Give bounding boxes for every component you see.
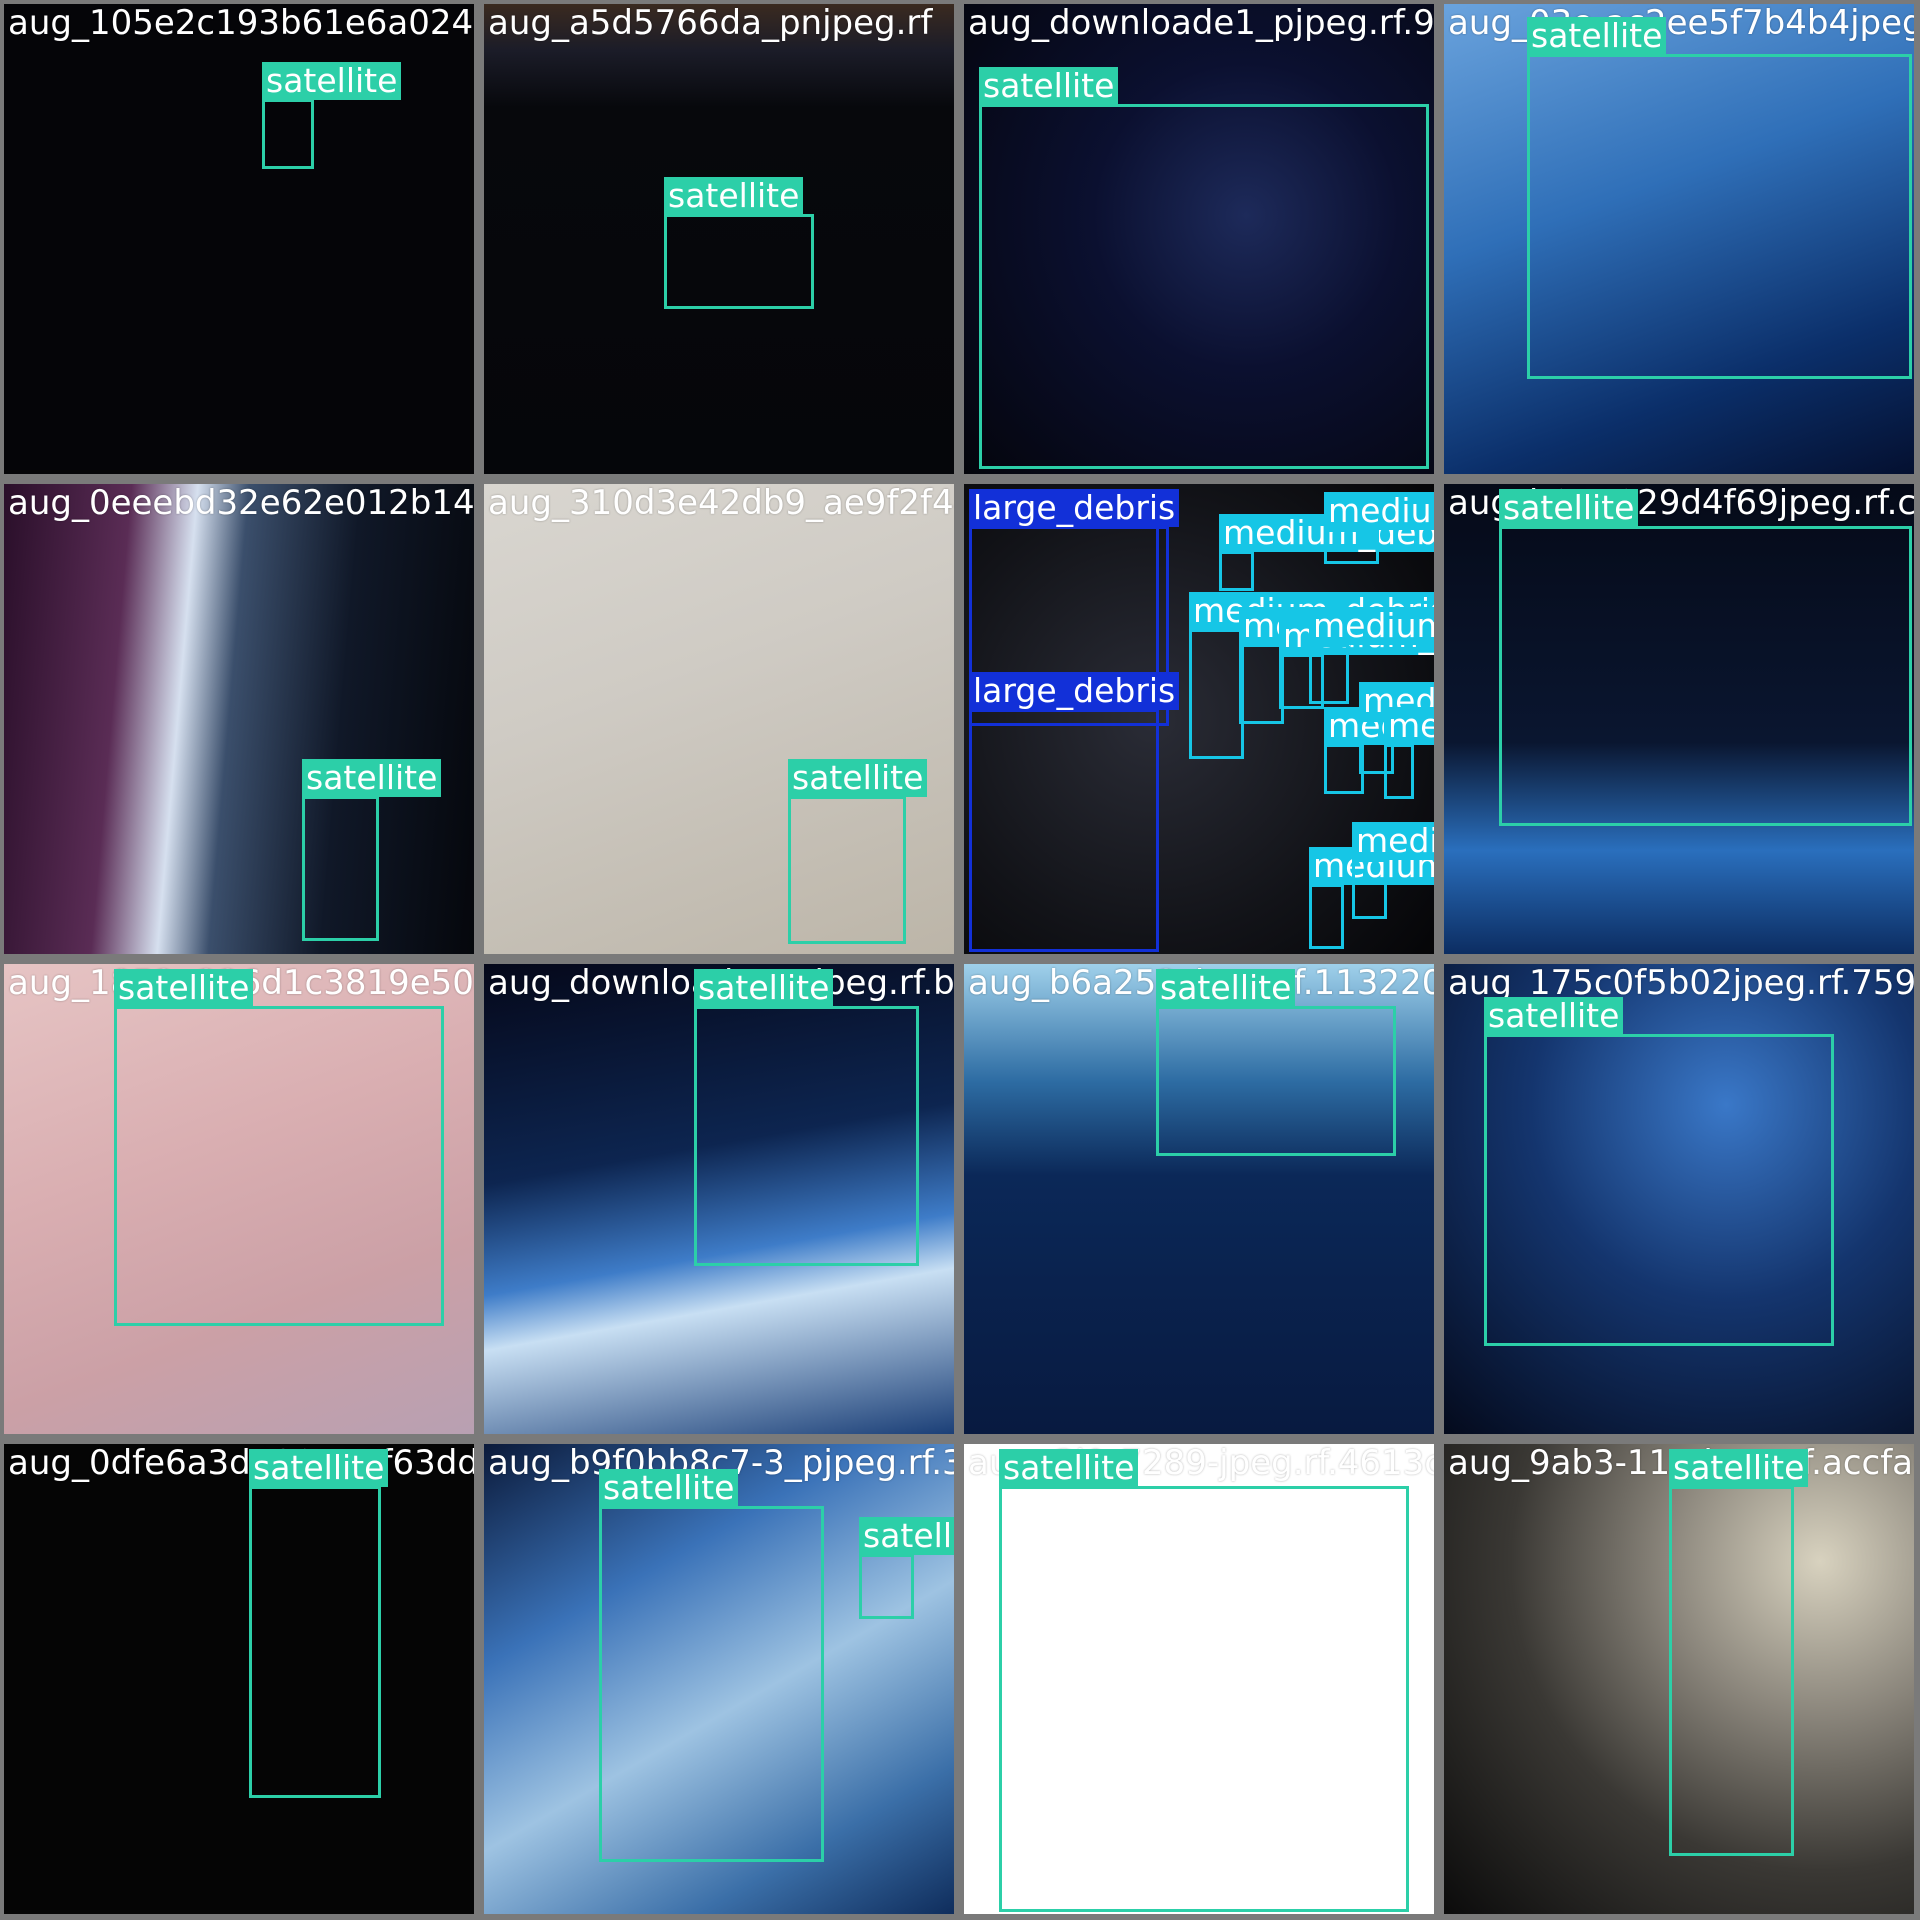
bbox-class-label: satellite bbox=[979, 67, 1119, 105]
bbox-class-label: satellite bbox=[114, 969, 254, 1007]
bbox-class-label: medium_debris bbox=[1324, 492, 1434, 530]
bbox-satellite: satellite bbox=[114, 969, 444, 1326]
bbox-class-label: satellite bbox=[694, 969, 834, 1007]
bbox-class-label: large_debris bbox=[969, 489, 1180, 527]
mosaic-tile: aug_downloade1_pjpeg.rf.9c1 satellite bbox=[964, 4, 1434, 474]
bbox-satellite: satellite bbox=[302, 759, 442, 941]
bbox-medium-debris: medium_debris bbox=[1352, 822, 1434, 919]
bbox-satellite: satellite bbox=[1484, 997, 1834, 1346]
mosaic-tile: aug_105e2c193b61e6a02475aba58587361a967d… bbox=[4, 4, 474, 474]
bbox-medium-debris: medium_debris bbox=[1324, 492, 1434, 564]
tile-filename: aug_downloade1_pjpeg.rf.9c1 bbox=[968, 4, 1434, 43]
bbox-satellite: satellite bbox=[694, 969, 919, 1266]
bbox-class-label: medium_debris bbox=[1352, 822, 1434, 860]
bbox-medium-debris: medium_debris bbox=[1324, 707, 1434, 794]
mosaic-tile: aug_downloade1_pjpeg.rf.bf0801b6satellit… bbox=[484, 964, 954, 1434]
bbox-class-label: satellite bbox=[859, 1517, 954, 1555]
bbox-class-label: satellite bbox=[1156, 969, 1296, 1007]
bbox-satellite: satellite bbox=[1156, 969, 1396, 1156]
bbox-satellite: satellite bbox=[599, 1469, 824, 1862]
bbox-satellite: satellite bbox=[788, 759, 928, 944]
bbox-medium-debris: medium_debris bbox=[1384, 707, 1434, 799]
tile-filename: aug_175c0f5b02jpeg.rf.7596b5 bbox=[1448, 964, 1914, 1003]
bbox-class-label: satellite bbox=[664, 177, 804, 215]
mosaic-tile: aug_1852e226d1c3819e501aae27069f1edsatel… bbox=[4, 964, 474, 1434]
tile-filename: aug_310d3e42db9_ae9f2f44eb9a579 bbox=[488, 484, 954, 523]
bbox-satellite: satellite bbox=[664, 177, 814, 309]
bbox-satellite: satellite bbox=[1527, 17, 1912, 379]
bbox-class-label: large_debris bbox=[969, 672, 1180, 710]
bbox-medium-debris: medium_debris bbox=[1309, 607, 1434, 704]
mosaic-tile: aug_0eeebd32e62e012b143ad931b3e42cdbae9f… bbox=[4, 484, 474, 954]
mosaic-tile: aug_b9f0bb8c7-3_pjpeg.rf.363satellitesat… bbox=[484, 1444, 954, 1914]
bbox-class-label: satellite bbox=[262, 62, 402, 100]
tile-image bbox=[4, 4, 474, 474]
mosaic-tile: aug_b6a252_jpeg.rf.113220asatellite bbox=[964, 964, 1434, 1434]
mosaic-tile: aug_03e-ac2ee5f7b4b4jpeg.rf.bd7e93satell… bbox=[1444, 4, 1914, 474]
tile-filename: aug_0dfe6a3d480166f63ddca5b8dcb9d1fd-3-p… bbox=[8, 1444, 474, 1483]
bbox-medium-debris: medium_debris bbox=[1309, 847, 1434, 949]
bbox-satellite: satellite bbox=[262, 62, 402, 169]
mosaic-tile: aug_a5d5766da_pnjpeg.rf satellite bbox=[484, 4, 954, 474]
bbox-class-label: satellite bbox=[302, 759, 442, 797]
bbox-medium-debris: medium_debris bbox=[1219, 514, 1434, 591]
bbox-medium-debris: medium_debris bbox=[1239, 607, 1434, 724]
bbox-class-label: satellite bbox=[788, 759, 928, 797]
mosaic-tile: aug_175c0f5b02jpeg.rf.7596b5satellite bbox=[1444, 964, 1914, 1434]
tile-filename: aug_a5d5766da_pnjpeg.rf bbox=[488, 4, 933, 43]
tile-image bbox=[4, 1444, 474, 1914]
bbox-class-label: satellite bbox=[999, 1449, 1139, 1487]
mosaic-tile: aug_310d3e42db9_ae9f2f44eb9a579 satellite bbox=[484, 484, 954, 954]
tile-filename: aug_0eeebd32e62e012b143ad931b3e42cdbae9f… bbox=[8, 484, 474, 523]
mosaic-tile: aug_0dfe6a3d480166f63ddca5b8dcb9d1fd-3-p… bbox=[4, 1444, 474, 1914]
bbox-satellite: satellite bbox=[249, 1449, 389, 1798]
bbox-large-debris: large_debris bbox=[969, 672, 1180, 952]
bbox-satellite: satellite bbox=[979, 67, 1429, 469]
mosaic-tile: aug_b011029d4f69jpeg.rf.c199c52satellite bbox=[1444, 484, 1914, 954]
bbox-class-label: medium_debris bbox=[1309, 607, 1434, 645]
tile-filename: aug_105e2c193b61e6a02475aba58587361a967d… bbox=[8, 4, 474, 43]
bbox-satellite: satellite bbox=[1669, 1449, 1809, 1856]
bbox-class-label: satellite bbox=[1484, 997, 1624, 1035]
bbox-class-label: medium_debris bbox=[1384, 707, 1434, 745]
bbox-class-label: satellite bbox=[599, 1469, 739, 1507]
bbox-class-label: satellite bbox=[1527, 17, 1667, 55]
tile-filename: aug_03e-ac2ee5f7b4b4jpeg.rf.bd7e93 bbox=[1448, 4, 1914, 43]
bbox-satellite: satellite bbox=[1499, 489, 1912, 826]
tile-image bbox=[4, 484, 474, 954]
bbox-class-label: satellite bbox=[1669, 1449, 1809, 1487]
bbox-class-label: satellite bbox=[249, 1449, 389, 1487]
image-mosaic: aug_105e2c193b61e6a02475aba58587361a967d… bbox=[0, 0, 1920, 1920]
bbox-satellite: satellite bbox=[999, 1449, 1409, 1912]
mosaic-tile: aug_9ab3-11e-jpeg.rf.accfa0fsatellite bbox=[1444, 1444, 1914, 1914]
bbox-satellite: satellite bbox=[859, 1517, 954, 1619]
bbox-class-label: satellite bbox=[1499, 489, 1639, 527]
bbox-medium-debris: medium_debris bbox=[1189, 592, 1434, 759]
mosaic-tile: aug_large_debrislarge_debrislarge_debris… bbox=[964, 484, 1434, 954]
mosaic-tile: aug_Gl0r7289-jpeg.rf.4613c7 satellite bbox=[964, 1444, 1434, 1914]
